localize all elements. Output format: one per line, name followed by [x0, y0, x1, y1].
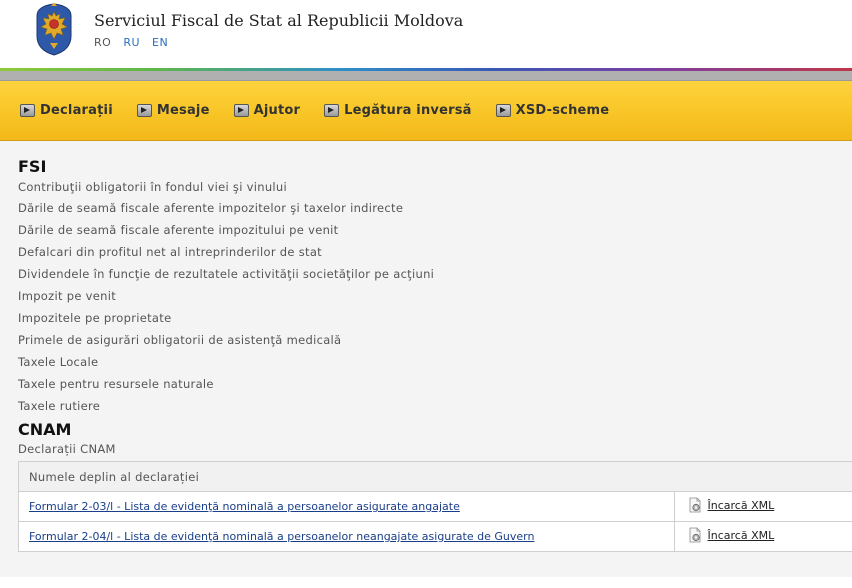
table-row: Formular 2-03/l - Lista de evidenţă nomi… [18, 491, 852, 522]
gear-document-icon [689, 497, 700, 513]
form-link[interactable]: Formular 2-03/l - Lista de evidenţă nomi… [29, 500, 460, 513]
lang-ru[interactable]: RU [123, 36, 140, 49]
category-item[interactable]: Primele de asigurări obligatorii de asis… [18, 329, 852, 351]
lang-en[interactable]: EN [152, 36, 168, 49]
menu-label: Mesaje [156, 103, 210, 118]
arrow-right-icon [136, 104, 152, 117]
cnam-subtitle: Declarații CNAM [18, 442, 116, 456]
category-item[interactable]: Impozitele pe proprietate [18, 307, 852, 329]
table-cell-action: Încarcă XML [674, 521, 852, 552]
category-item[interactable]: Contribuţii obligatorii în fondul viei ş… [18, 177, 852, 197]
arrow-right-icon [233, 104, 249, 117]
category-item[interactable]: Taxele rutiere [18, 395, 852, 417]
site-header: Serviciul Fiscal de Stat al Republicii M… [0, 0, 852, 68]
menu-item-mesaje[interactable]: Mesaje [136, 103, 210, 118]
form-link[interactable]: Formular 2-04/l - Lista de evidenţă nomi… [29, 530, 534, 543]
main-menu: Declarații Mesaje Ajutor Legătura invers… [0, 81, 852, 141]
menu-item-ajutor[interactable]: Ajutor [233, 103, 301, 118]
upload-xml-label: Încarcă XML [707, 528, 775, 542]
grey-divider [0, 71, 852, 81]
category-item[interactable]: Dividendele în funcţie de rezultatele ac… [18, 263, 852, 285]
upload-xml-label: Încarcă XML [707, 498, 775, 512]
menu-item-xsd-scheme[interactable]: XSD-scheme [495, 103, 610, 118]
site-title: Serviciul Fiscal de Stat al Republicii M… [94, 11, 464, 30]
upload-xml-button[interactable]: Încarcă XML [687, 497, 775, 513]
gear-document-icon [689, 527, 700, 543]
arrow-right-icon [495, 104, 511, 117]
fsi-category-list: Contribuţii obligatorii în fondul viei ş… [18, 177, 852, 417]
table-row: Formular 2-04/l - Lista de evidenţă nomi… [18, 521, 852, 552]
menu-label: XSD-scheme [515, 103, 610, 118]
fsi-section-title: FSI [18, 157, 47, 176]
arrow-right-icon [20, 104, 35, 117]
lang-ro[interactable]: RO [94, 36, 111, 49]
arrow-right-icon [324, 104, 340, 117]
menu-item-declaratii[interactable]: Declarații [20, 103, 113, 118]
menu-item-legatura-inversa[interactable]: Legătura inversă [324, 103, 471, 118]
category-item[interactable]: Dările de seamă fiscale aferente impozit… [18, 197, 852, 219]
main-content: FSI Contribuţii obligatorii în fondul vi… [0, 141, 852, 577]
column-header-full-name: Numele deplin al declarației [18, 461, 852, 492]
category-item[interactable]: Defalcari din profitul net al intreprind… [18, 241, 852, 263]
category-item[interactable]: Taxele Locale [18, 351, 852, 373]
upload-xml-button[interactable]: Încarcă XML [687, 527, 775, 543]
language-switcher: RO RU EN [94, 36, 176, 49]
table-cell-name: Formular 2-03/l - Lista de evidenţă nomi… [18, 491, 675, 522]
declarations-table: Numele deplin al declarației Formular 2-… [18, 461, 852, 552]
menu-label: Legătura inversă [344, 103, 472, 118]
menu-label: Ajutor [253, 103, 301, 118]
category-item[interactable]: Taxele pentru resursele naturale [18, 373, 852, 395]
cnam-section-title: CNAM [18, 420, 72, 439]
footer-spacer [0, 577, 852, 588]
category-item[interactable]: Dările de seamă fiscale aferente impozit… [18, 219, 852, 241]
table-cell-action: Încarcă XML [674, 491, 852, 522]
table-header-row: Numele deplin al declarației [18, 461, 852, 492]
coat-of-arms-icon [36, 2, 72, 56]
category-item[interactable]: Impozit pe venit [18, 285, 852, 307]
menu-label: Declarații [40, 103, 113, 118]
table-cell-name: Formular 2-04/l - Lista de evidenţă nomi… [18, 521, 675, 552]
